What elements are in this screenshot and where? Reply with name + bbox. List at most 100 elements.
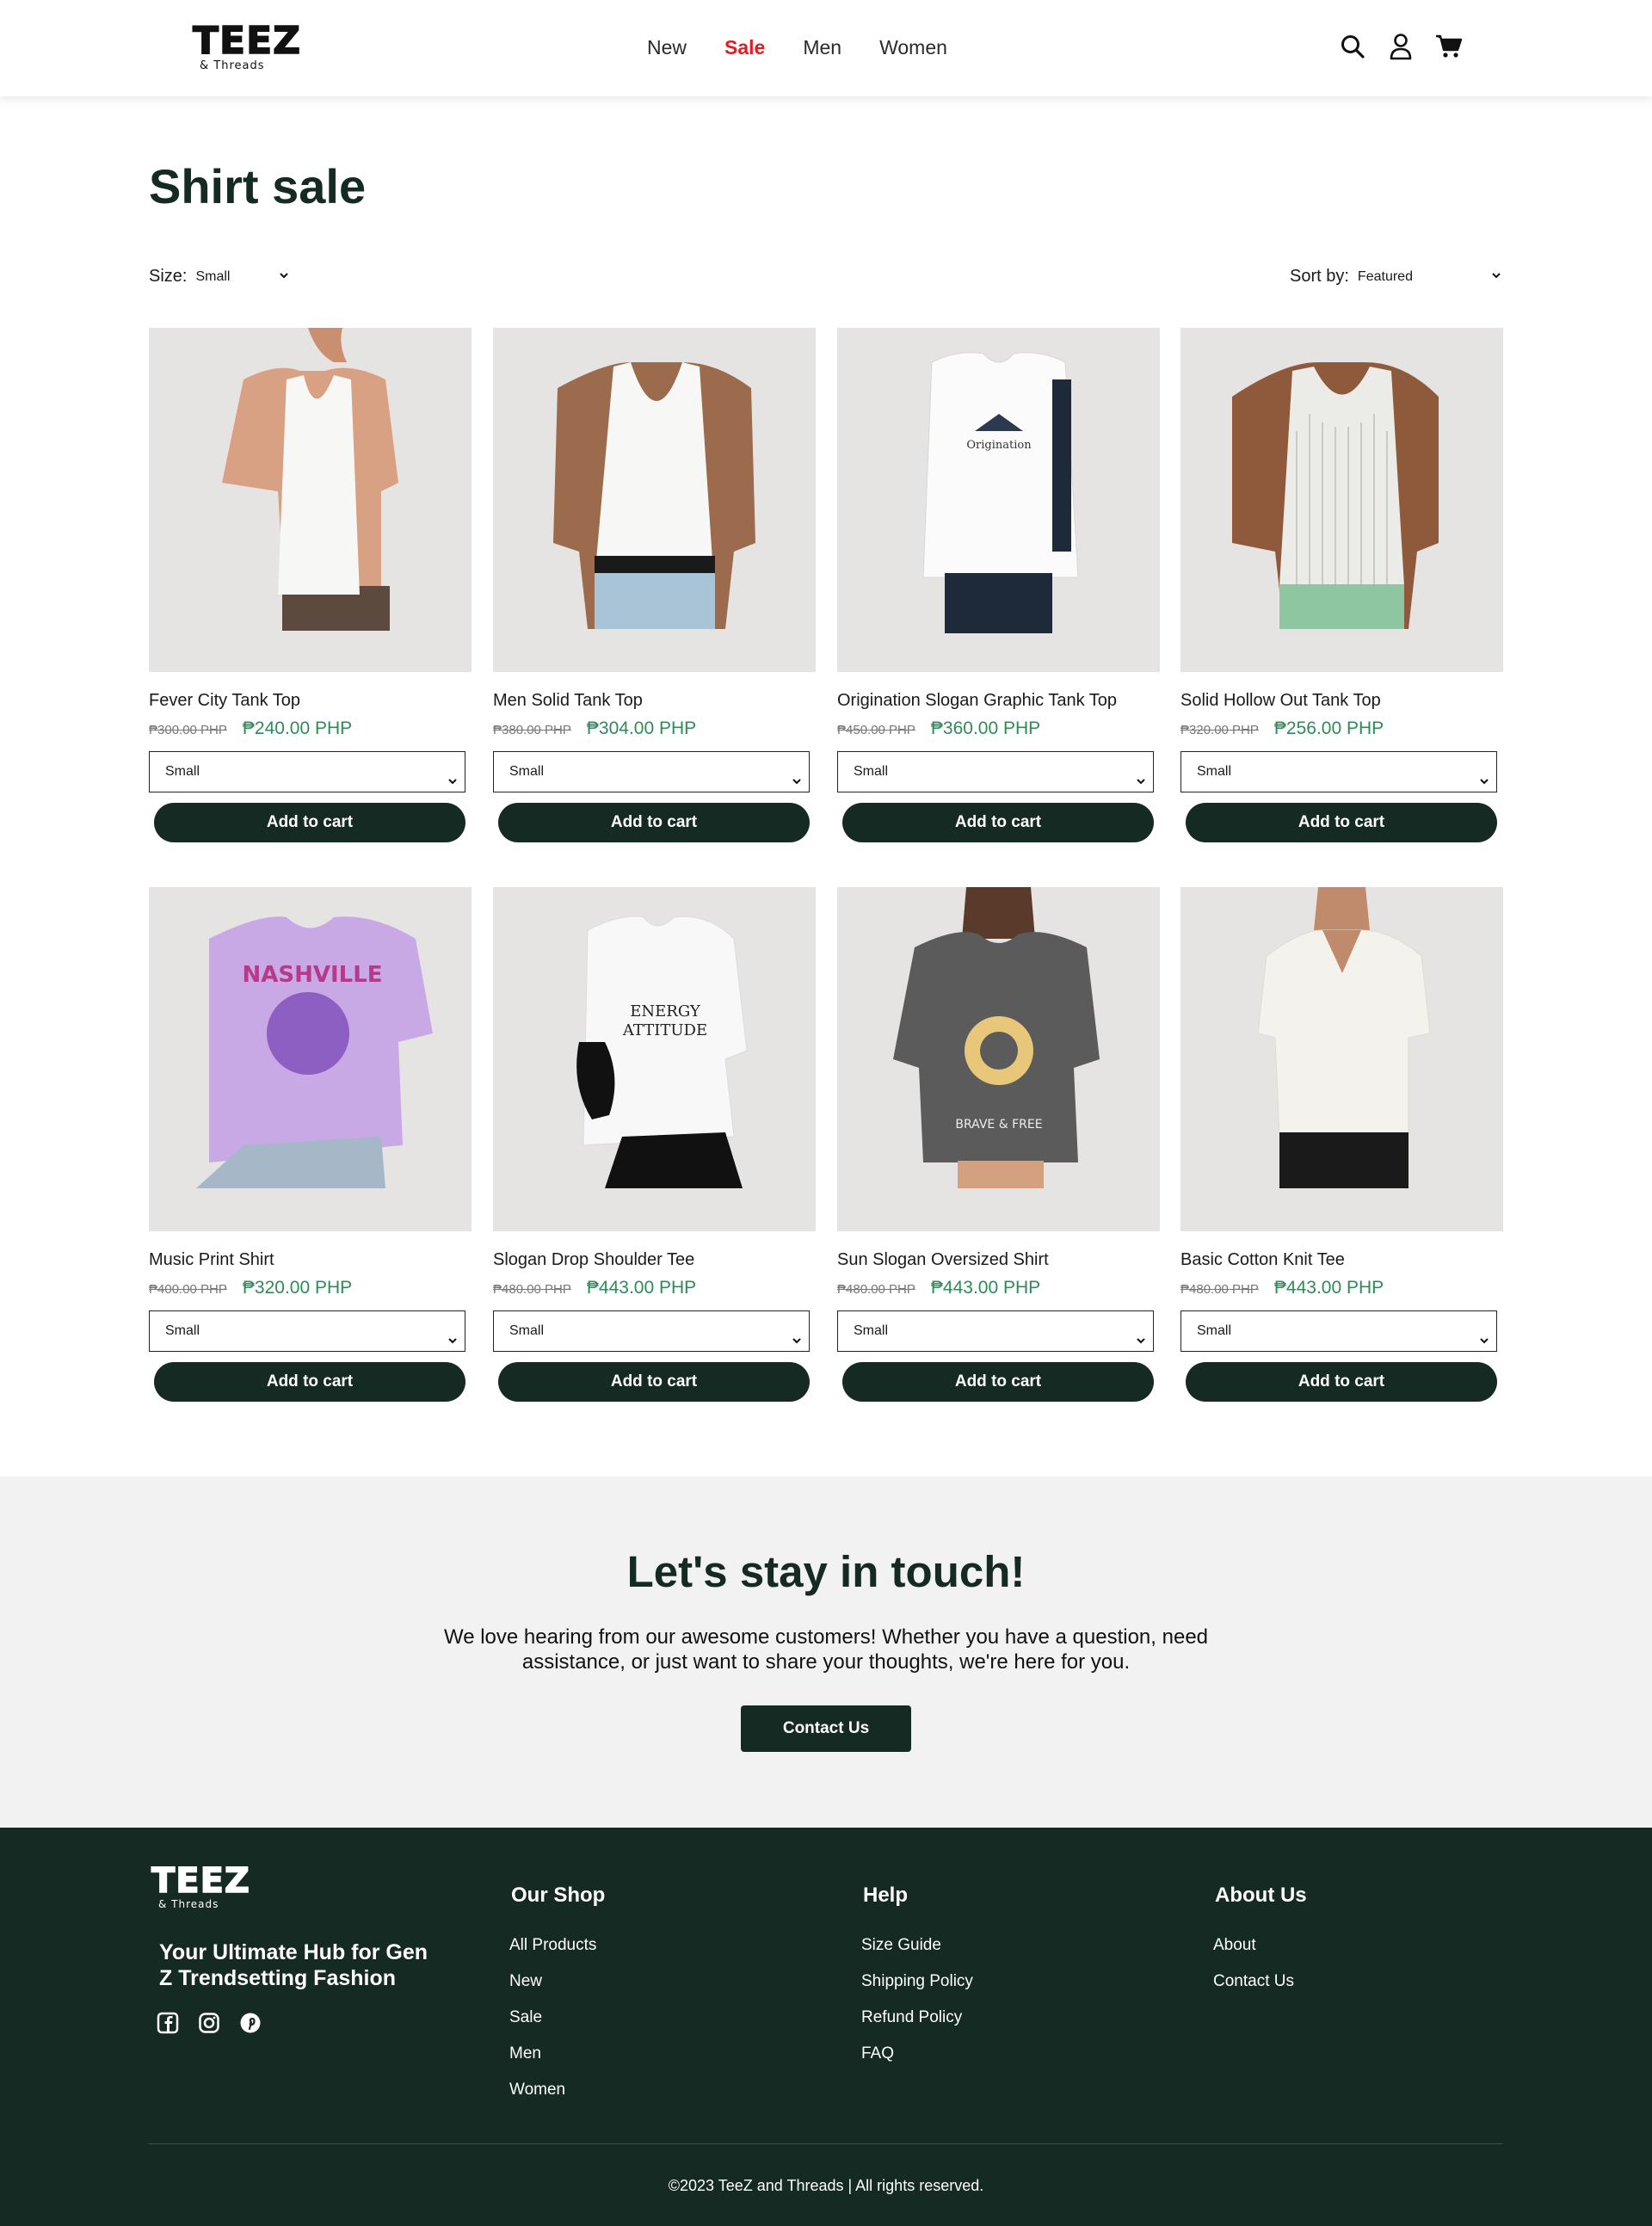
product-card: Fever City Tank Top ₱300.00 PHP ₱240.00 …	[149, 328, 472, 842]
site-header: TEEZ & Threads New Sale Men Women	[0, 0, 1652, 96]
product-image[interactable]: Origination	[837, 328, 1160, 672]
copyright-text: ©2023 TeeZ and Threads | All rights rese…	[668, 2177, 984, 2194]
footer-link-faq[interactable]: FAQ	[861, 2036, 973, 2072]
chevron-down-icon	[1134, 1324, 1148, 1363]
size-select[interactable]: Small	[493, 1310, 810, 1352]
product-image[interactable]	[1180, 328, 1503, 672]
chevron-down-icon	[278, 269, 290, 286]
product-image[interactable]: ENERGY ATTITUDE	[493, 887, 816, 1231]
size-select[interactable]: Small	[149, 1310, 465, 1352]
brand-logo[interactable]: TEEZ & Threads	[192, 22, 301, 74]
chevron-down-icon	[446, 1324, 459, 1363]
original-price: ₱320.00 PHP	[1180, 723, 1259, 737]
size-select[interactable]: Small	[149, 751, 465, 792]
sort-filter-value: Featured	[1357, 268, 1413, 284]
product-image[interactable]: BRAVE & FREE	[837, 887, 1160, 1231]
sale-price: ₱443.00 PHP	[1273, 1278, 1384, 1298]
add-to-cart-button[interactable]: Add to cart	[154, 803, 465, 842]
footer-link-size-guide[interactable]: Size Guide	[861, 1927, 973, 1964]
product-image[interactable]	[493, 328, 816, 672]
footer-col-our-shop: Our Shop All Products New Sale Men Women	[509, 1883, 605, 2108]
page-title: Shirt sale	[149, 159, 367, 213]
contact-us-button[interactable]: Contact Us	[741, 1705, 911, 1752]
site-footer: TEEZ & Threads Your Ultimate Hub for Gen…	[0, 1828, 1652, 2226]
size-filter: Size: Small	[149, 267, 292, 287]
size-filter-select[interactable]: Small	[195, 269, 292, 285]
svg-text:NASHVILLE: NASHVILLE	[242, 962, 382, 988]
add-to-cart-button[interactable]: Add to cart	[498, 803, 810, 842]
sale-price: ₱240.00 PHP	[242, 718, 353, 738]
footer-link-shipping-policy[interactable]: Shipping Policy	[861, 1964, 973, 2000]
footer-link-men[interactable]: Men	[509, 2036, 605, 2072]
footer-col-title: Help	[863, 1884, 909, 1907]
facebook-icon[interactable]	[157, 2012, 179, 2034]
footer-divider	[149, 2143, 1503, 2144]
sort-filter-select[interactable]: Featured	[1358, 269, 1504, 285]
price-row: ₱380.00 PHP ₱304.00 PHP	[493, 718, 816, 741]
size-select[interactable]: Small	[837, 1310, 1154, 1352]
add-to-cart-button[interactable]: Add to cart	[498, 1362, 810, 1402]
cart-icon[interactable]	[1435, 31, 1463, 62]
size-select[interactable]: Small	[493, 751, 810, 792]
contact-section: Let's stay in touch! We love hearing fro…	[0, 1477, 1652, 1828]
price-row: ₱480.00 PHP ₱443.00 PHP	[1180, 1278, 1503, 1300]
footer-link-refund-policy[interactable]: Refund Policy	[861, 2000, 973, 2036]
logo-wordmark: TEEZ	[151, 1861, 250, 1901]
original-price: ₱400.00 PHP	[149, 1282, 227, 1297]
sale-price: ₱443.00 PHP	[930, 1278, 1041, 1298]
chevron-down-icon	[1477, 1324, 1491, 1363]
product-name[interactable]: Slogan Drop Shoulder Tee	[493, 1249, 816, 1271]
svg-text:BRAVE & FREE: BRAVE & FREE	[955, 1118, 1042, 1131]
footer-link-contact-us[interactable]: Contact Us	[1213, 1964, 1307, 2000]
nav-link-sale[interactable]: Sale	[724, 33, 765, 62]
footer-link-about[interactable]: About	[1213, 1927, 1307, 1964]
footer-link-list: About Contact Us	[1213, 1927, 1307, 2000]
add-to-cart-button[interactable]: Add to cart	[842, 1362, 1154, 1402]
add-to-cart-button[interactable]: Add to cart	[154, 1362, 465, 1402]
size-select-value: Small	[854, 764, 889, 779]
product-name[interactable]: Basic Cotton Knit Tee	[1180, 1249, 1503, 1271]
original-price: ₱450.00 PHP	[837, 723, 915, 737]
price-row: ₱300.00 PHP ₱240.00 PHP	[149, 718, 472, 741]
product-image[interactable]	[149, 328, 472, 672]
chevron-down-icon	[1490, 269, 1502, 286]
product-name[interactable]: Men Solid Tank Top	[493, 689, 816, 712]
size-select[interactable]: Small	[837, 751, 1154, 792]
add-to-cart-button[interactable]: Add to cart	[1186, 803, 1497, 842]
pinterest-icon[interactable]	[239, 2012, 262, 2034]
footer-tagline: Your Ultimate Hub for Gen Z Trendsetting…	[159, 1940, 428, 1990]
footer-link-new[interactable]: New	[509, 1964, 605, 2000]
product-image[interactable]	[1180, 887, 1503, 1231]
original-price: ₱480.00 PHP	[1180, 1282, 1259, 1297]
search-icon[interactable]	[1339, 31, 1366, 62]
main-nav: New Sale Men Women	[647, 33, 985, 62]
size-select-value: Small	[854, 1323, 889, 1338]
product-name[interactable]: Fever City Tank Top	[149, 689, 472, 712]
user-icon[interactable]	[1387, 31, 1415, 62]
footer-col-about-us: About Us About Contact Us	[1213, 1883, 1307, 2000]
product-card: Origination Origination Slogan Graphic T…	[837, 328, 1160, 842]
svg-text:ENERGY: ENERGY	[630, 1002, 701, 1021]
instagram-icon[interactable]	[198, 2012, 220, 2034]
product-name[interactable]: Music Print Shirt	[149, 1249, 472, 1271]
footer-link-all-products[interactable]: All Products	[509, 1927, 605, 1964]
price-row: ₱400.00 PHP ₱320.00 PHP	[149, 1278, 472, 1300]
svg-text:Origination: Origination	[966, 439, 1032, 452]
nav-link-women[interactable]: Women	[879, 33, 947, 62]
footer-link-women[interactable]: Women	[509, 2072, 605, 2108]
footer-logo[interactable]: TEEZ & Threads	[151, 1861, 250, 1910]
product-name[interactable]: Sun Slogan Oversized Shirt	[837, 1249, 1160, 1271]
product-name[interactable]: Solid Hollow Out Tank Top	[1180, 689, 1503, 712]
nav-link-new[interactable]: New	[647, 33, 687, 62]
price-row: ₱480.00 PHP ₱443.00 PHP	[493, 1278, 816, 1300]
header-actions	[1339, 31, 1463, 62]
size-select[interactable]: Small	[1180, 1310, 1497, 1352]
product-image[interactable]: NASHVILLE	[149, 887, 472, 1231]
add-to-cart-button[interactable]: Add to cart	[842, 803, 1154, 842]
add-to-cart-button[interactable]: Add to cart	[1186, 1362, 1497, 1402]
nav-link-men[interactable]: Men	[803, 33, 841, 62]
size-select[interactable]: Small	[1180, 751, 1497, 792]
product-name[interactable]: Origination Slogan Graphic Tank Top	[837, 689, 1160, 712]
price-row: ₱480.00 PHP ₱443.00 PHP	[837, 1278, 1160, 1300]
footer-link-sale[interactable]: Sale	[509, 2000, 605, 2036]
